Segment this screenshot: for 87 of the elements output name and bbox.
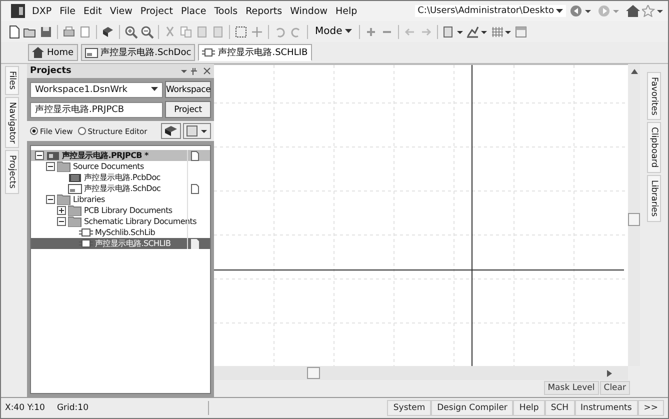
app-logo-icon [11,4,25,18]
collapse-icon[interactable] [57,217,66,226]
collapse-icon[interactable] [35,151,44,160]
save-icon[interactable] [39,24,53,38]
window-icon[interactable] [514,24,528,38]
new-file-icon[interactable] [7,24,21,38]
component-icon [79,227,93,238]
horizontal-scrollbar[interactable] [214,366,628,380]
menu-item[interactable]: Help [332,6,360,16]
project-field[interactable]: 声控显示电路.PRJPCB [30,102,163,118]
canvas-button[interactable]: Clear [600,381,630,395]
status-button[interactable]: Design Compiler [431,400,514,416]
cube-icon[interactable] [101,24,115,38]
select-rect-icon[interactable] [234,24,248,38]
tree-item[interactable]: Libraries [31,194,210,205]
caret-icon [345,29,352,34]
print-icon[interactable] [62,24,76,38]
status-button[interactable]: SCH [544,400,575,416]
scrollbar-thumb[interactable] [307,367,320,379]
folder-icon [68,216,82,227]
tree-item[interactable]: 声控显示电路.PcbDoc [31,172,210,183]
mode-dropdown[interactable]: Mode [312,26,356,37]
side-panel-tab[interactable]: Projects [5,150,19,194]
compile-button[interactable] [161,123,181,139]
tree-item[interactable]: PCB Library Documents [31,205,210,216]
menu-item[interactable]: Place [178,6,210,16]
panel-title: Projects [30,66,72,76]
status-button[interactable]: System [387,400,432,416]
collapse-icon[interactable] [46,195,55,204]
project-icon [46,150,60,161]
cursor-coordinates: X:40 Y:10 [5,403,45,413]
grid-icon[interactable] [490,24,512,38]
project-button[interactable]: Project [165,101,211,118]
scrollbar-thumb[interactable] [628,213,640,226]
status-button[interactable]: >> [638,400,664,416]
options-button[interactable] [183,123,211,139]
caret-icon[interactable] [556,8,563,14]
tree-item[interactable]: 声控显示电路.SchDoc [31,183,210,194]
grid-size: Grid:10 [56,403,88,413]
star-icon[interactable] [642,5,664,17]
scroll-up-icon[interactable] [630,69,638,74]
sheet-icon [84,48,98,58]
scroll-right-icon[interactable] [607,370,612,376]
menu-item[interactable]: Project [137,6,176,16]
document-tab[interactable]: 声控显示电路.SCHLIB [198,44,312,61]
folder-icon [57,194,71,205]
tree-item[interactable]: Source Documents [31,161,210,172]
collapse-icon[interactable] [46,162,55,171]
sheet-icon [68,183,82,194]
radio-button[interactable] [78,127,86,135]
side-panel-tab[interactable]: Libraries [647,175,661,222]
status-button[interactable]: Instruments [574,400,638,416]
home-icon[interactable] [626,5,640,17]
menu-item[interactable]: Edit [80,6,105,16]
document-tab[interactable]: 声控显示电路.SchDoc [80,44,196,61]
expand-icon[interactable] [57,206,66,215]
document-tab[interactable]: Home [28,44,78,61]
vertical-scrollbar[interactable] [628,64,640,366]
component-icon [79,238,93,249]
workspace-button[interactable]: Workspace [165,81,211,98]
app-menu[interactable]: DXP [29,6,55,16]
menu-item[interactable]: Window [287,6,331,16]
path-field[interactable]: C:\Users\Administrator\Deskto [414,5,566,17]
side-panel-tab[interactable]: Clipboard [647,122,661,174]
caret-icon[interactable] [151,87,158,92]
component-icon [202,47,216,58]
status-button[interactable]: Help [513,400,545,416]
folder-icon [68,205,82,216]
tree-item[interactable]: Schematic Library Documents [31,216,210,227]
radio-button[interactable] [30,127,38,135]
chart-icon[interactable] [466,24,488,38]
side-panel-tab[interactable]: Favorites [647,72,661,120]
menu-item[interactable]: Tools [211,6,241,16]
tree-item[interactable]: 声控显示电路.SCHLIB [31,238,210,249]
home-icon [32,47,44,58]
menu-item[interactable]: File [56,6,78,16]
menu-item[interactable]: View [106,6,136,16]
side-panel-tab[interactable]: Navigator [5,96,19,148]
workspace-dropdown[interactable]: Workspace1.DsnWrk [30,82,163,98]
zoom-in-icon[interactable] [124,24,138,38]
side-panel-tab[interactable]: Files [5,66,19,95]
board-icon [68,172,82,183]
zoom-out-icon[interactable] [140,24,154,38]
panel-controls-icon[interactable] [181,66,211,76]
menu-item[interactable]: Reports [242,6,286,16]
tree-item[interactable]: 声控显示电路.PRJPCB * [31,150,210,161]
canvas-button[interactable]: Mask Level [544,381,599,395]
